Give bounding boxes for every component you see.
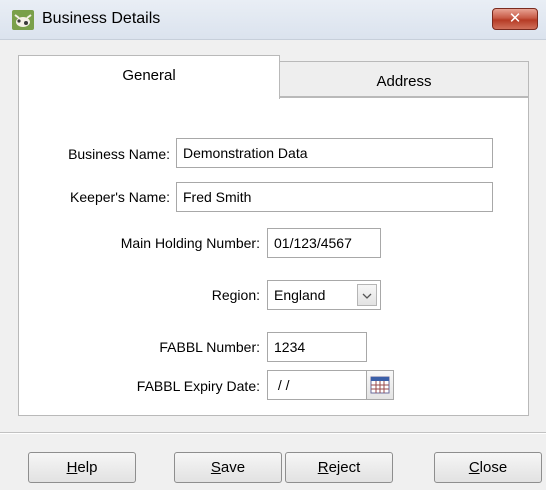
fabbl-expiry-date-input[interactable]: / / bbox=[267, 370, 367, 400]
fabbl-number-label: FABBL Number: bbox=[159, 339, 260, 355]
close-button[interactable]: Close bbox=[434, 452, 542, 483]
region-select[interactable]: England bbox=[267, 280, 381, 310]
main-holding-number-label: Main Holding Number: bbox=[120, 235, 260, 251]
fabbl-number-input[interactable]: 1234 bbox=[267, 332, 367, 362]
business-details-dialog: Business Details ✕ General Address Busin… bbox=[0, 0, 546, 490]
business-name-input[interactable]: Demonstration Data bbox=[176, 138, 493, 168]
close-icon[interactable]: ✕ bbox=[492, 8, 538, 30]
help-button[interactable]: Help bbox=[28, 452, 136, 483]
calendar-button[interactable] bbox=[366, 370, 394, 400]
main-holding-number-input[interactable]: 01/123/4567 bbox=[267, 228, 381, 258]
window-title: Business Details bbox=[42, 10, 161, 27]
tab-address[interactable]: Address bbox=[280, 61, 529, 97]
business-name-label: Business Name: bbox=[68, 146, 170, 162]
reject-button[interactable]: Reject bbox=[285, 452, 393, 483]
chevron-down-icon[interactable] bbox=[357, 284, 377, 306]
region-label: Region: bbox=[211, 287, 260, 303]
tab-general[interactable]: General bbox=[18, 55, 280, 99]
calendar-icon bbox=[370, 376, 390, 394]
fabbl-expiry-date-label: FABBL Expiry Date: bbox=[136, 378, 260, 394]
title-bar[interactable]: Business Details ✕ bbox=[0, 0, 546, 40]
cow-app-icon bbox=[12, 10, 34, 30]
keeper-name-label: Keeper's Name: bbox=[70, 189, 170, 205]
keeper-name-input[interactable]: Fred Smith bbox=[176, 182, 493, 212]
button-separator bbox=[0, 432, 546, 434]
save-button[interactable]: Save bbox=[174, 452, 282, 483]
region-selected-value: England bbox=[274, 287, 326, 303]
